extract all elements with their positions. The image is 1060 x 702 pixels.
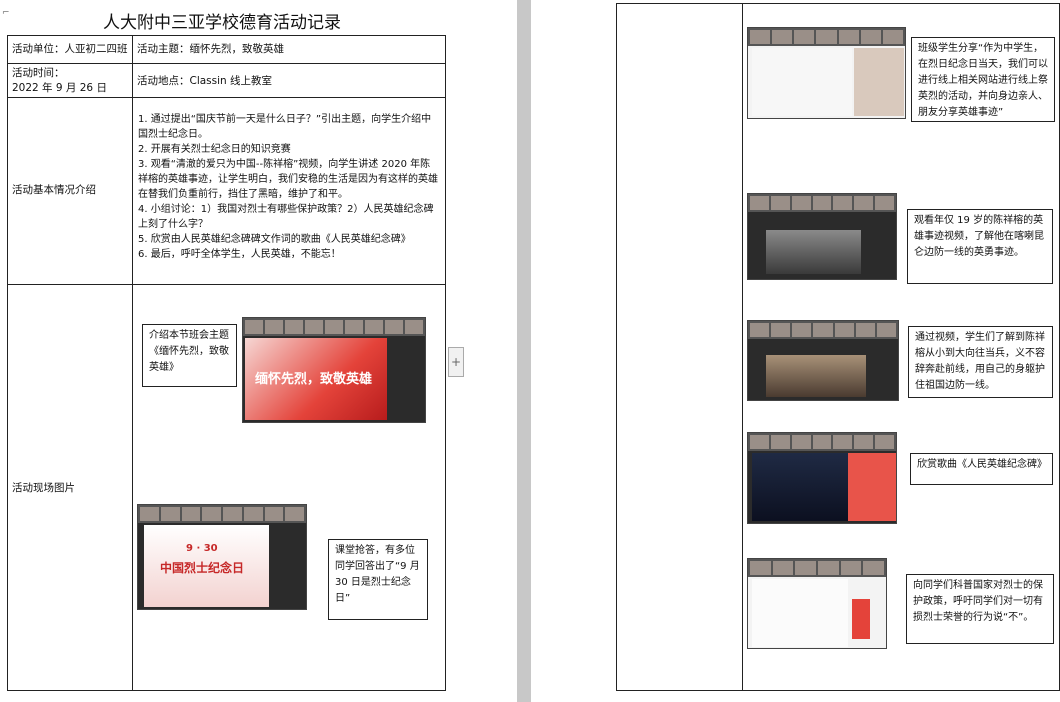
student-video (854, 48, 904, 116)
video-frame (766, 355, 866, 397)
callout-song: 欣赏歌曲《人民英雄纪念碑》 (910, 453, 1053, 485)
slide-title: 缅怀先烈，致敬英雄 (255, 372, 373, 387)
unit-cell: 活动单位：人亚初二四班 (7, 35, 133, 64)
slide-title: 中国烈士纪念日 (160, 561, 245, 575)
screenshot-policy (747, 558, 887, 649)
photos-label: 活动现场图片 (12, 482, 75, 494)
monument-graphic (852, 599, 870, 639)
policy-slide (752, 579, 848, 647)
share-slide (752, 48, 852, 116)
screenshot-song (747, 432, 897, 524)
intro-cell: 1. 通过提出“国庆节前一天是什么日子？”引出主题，向学生介绍中国烈士纪念日。 … (132, 97, 446, 285)
screenshot-student-share (747, 27, 906, 119)
time-cell: 活动时间： 2022 年 9 月 26 日 (7, 63, 133, 98)
intro-label: 活动基本情况介绍 (12, 184, 96, 196)
time-value: 2022 年 9 月 26 日 (12, 82, 107, 94)
intro-item: 6. 最后，呼吁全体学生，人民英雄，不能忘！ (138, 249, 341, 260)
callout-quiz: 课堂抢答，有多位同学回答出了“9 月 30 日是烈士纪念日” (328, 539, 428, 620)
callout-share: 班级学生分享“作为中学生，在烈日纪念日当天，我们可以进行线上相关网站进行线上祭英… (911, 37, 1055, 122)
place-text: 活动地点：Classin 线上教室 (137, 75, 273, 87)
page-gap (517, 0, 531, 702)
video-strip (243, 318, 425, 336)
intro-item: 5. 欣赏由人民英雄纪念碑碑文作词的歌曲《人民英雄纪念碑》 (138, 234, 411, 245)
page-title: 人大附中三亚学校德育活动记录 (103, 13, 341, 33)
memorial-slide: 9 · 30 中国烈士纪念日 (144, 525, 269, 607)
callout-theme: 介绍本节班会主题《缅怀先烈，致敬英雄》 (142, 324, 237, 387)
intro-list: 1. 通过提出“国庆节前一天是什么日子？”引出主题，向学生介绍中国烈士纪念日。 … (138, 112, 440, 262)
place-cell: 活动地点：Classin 线上教室 (132, 63, 446, 98)
photos-label-cell: 活动现场图片 (7, 284, 133, 691)
unit-text: 活动单位：人亚初二四班 (12, 43, 128, 55)
callout-hero-video: 观看年仅 19 岁的陈祥榕的英雄事迹视频，了解他在喀喇昆仑边防一线的英勇事迹。 (907, 209, 1053, 284)
intro-label-cell: 活动基本情况介绍 (7, 97, 133, 285)
video-strip (748, 321, 898, 339)
intro-item: 3. 观看“清澈的爱只为中国--陈祥榕”视频，向学生讲述 2020 年陈祥榕的英… (138, 159, 438, 200)
intro-item: 4. 小组讨论：1）我国对烈士有哪些保护政策？2）人民英雄纪念碑上刻了什么字？ (138, 204, 434, 230)
video-strip (748, 433, 896, 451)
theme-text: 活动主题：缅怀先烈，致敬英雄 (137, 43, 284, 55)
video-strip (748, 28, 905, 46)
video-frame (766, 230, 861, 274)
song-frame (752, 453, 848, 521)
video-strip (138, 505, 306, 523)
time-label: 活动时间： (12, 67, 65, 79)
screenshot-video-story (747, 320, 899, 401)
intro-item: 2. 开展有关烈士纪念日的知识竞赛 (138, 144, 291, 155)
right-label-cell (616, 3, 743, 691)
theme-slide: 缅怀先烈，致敬英雄 (245, 338, 387, 420)
callout-policy: 向同学们科普国家对烈士的保护政策，呼吁同学们对一切有损烈士荣誉的行为说“不”。 (906, 574, 1054, 644)
slide-date: 9 · 30 (186, 543, 218, 554)
callout-story: 通过视频，学生们了解到陈祥榕从小到大向往当兵，义不容辞奔赴前线，用自己的身躯护住… (908, 326, 1053, 398)
intro-item: 1. 通过提出“国庆节前一天是什么日子？”引出主题，向学生介绍中国烈士纪念日。 (138, 114, 432, 140)
video-strip (748, 559, 886, 577)
song-slide-edge (848, 453, 896, 521)
theme-cell: 活动主题：缅怀先烈，致敬英雄 (132, 35, 446, 64)
video-strip (748, 194, 896, 212)
screenshot-theme-slide: 缅怀先烈，致敬英雄 (242, 317, 426, 423)
screenshot-video-hero (747, 193, 897, 280)
screenshot-memorial-day: 9 · 30 中国烈士纪念日 (137, 504, 307, 610)
plus-icon[interactable]: + (448, 347, 464, 377)
